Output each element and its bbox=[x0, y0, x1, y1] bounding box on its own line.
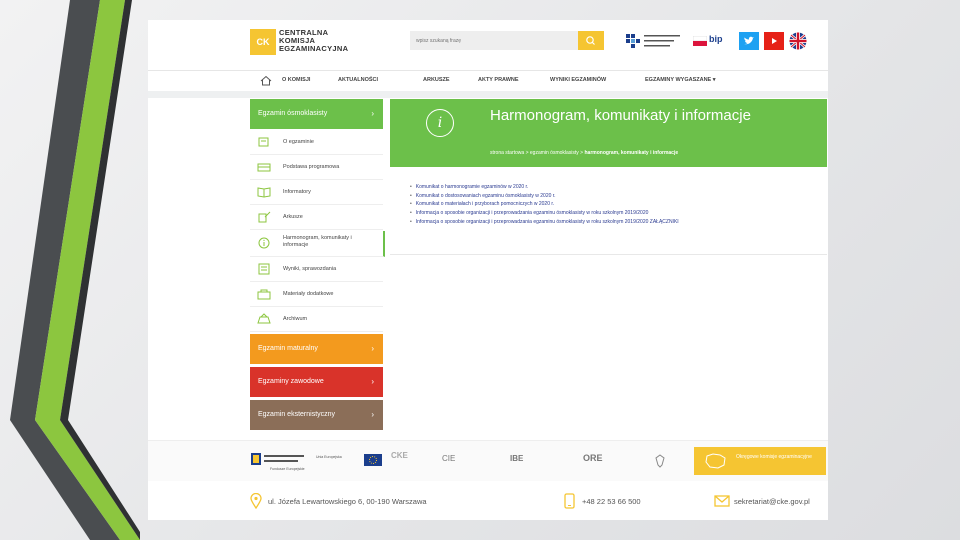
ministry-eagle-icon[interactable] bbox=[653, 453, 667, 469]
decorative-stripe bbox=[10, 0, 140, 540]
oke-link-box[interactable]: Okręgowe komisje egzaminacyjne bbox=[694, 447, 826, 475]
sidebar-section-egzamin-osmoklasisty[interactable]: Egzamin ósmoklasisty › bbox=[250, 99, 383, 129]
logo-line: EGZAMINACYJNA bbox=[279, 44, 349, 53]
content-band bbox=[148, 91, 828, 98]
sidebar-item-arkusze[interactable]: Arkusze bbox=[250, 206, 383, 230]
cke-footer-logo[interactable]: CKE bbox=[391, 451, 408, 460]
sidebar-item-informatory[interactable]: Informatory bbox=[250, 181, 383, 205]
twitter-icon[interactable] bbox=[739, 32, 759, 50]
materials-icon bbox=[257, 289, 271, 300]
sidebar-item-harmonogram[interactable]: Harmonogram, komunikaty i informacje bbox=[250, 231, 385, 257]
home-icon[interactable] bbox=[260, 75, 272, 86]
mail-icon bbox=[714, 495, 730, 507]
document-link[interactable]: Informacja o sposobie organizacji i prze… bbox=[410, 209, 679, 218]
sidebar-section-egzamin-maturalny[interactable]: Egzamin maturalny › bbox=[250, 334, 383, 364]
eu-funds-logo-icon[interactable] bbox=[250, 451, 310, 467]
document-links: Komunikat o harmonogramie egzaminów w 20… bbox=[410, 183, 679, 226]
info-icon bbox=[258, 237, 270, 249]
sidebar-section-egzamin-eksternistyczny[interactable]: Egzamin eksternistyczny › bbox=[250, 400, 383, 430]
results-icon bbox=[258, 263, 270, 275]
site-header: CK CENTRALNA KOMISJA EGZAMINACYJNA bip bbox=[148, 20, 828, 66]
archive-icon bbox=[257, 313, 271, 324]
sidebar-item-o-egzaminie[interactable]: O egzaminie bbox=[250, 131, 383, 155]
nav-item-o-komisji[interactable]: O KOMISJI bbox=[282, 77, 310, 83]
phone-number[interactable]: +48 22 53 66 500 bbox=[582, 497, 641, 506]
oke-link-label: Okręgowe komisje egzaminacyjne bbox=[736, 454, 812, 460]
location-pin-icon bbox=[250, 493, 262, 509]
poland-map-icon bbox=[705, 453, 726, 469]
sidebar-section-label: Egzamin ósmoklasisty bbox=[258, 110, 328, 117]
sidebar-item-podstawa-programowa[interactable]: Podstawa programowa bbox=[250, 156, 383, 180]
eu-flag-icon bbox=[364, 454, 382, 466]
browser-screenshot: CK CENTRALNA KOMISJA EGZAMINACYJNA bip O… bbox=[148, 20, 828, 520]
bip-link[interactable]: bip bbox=[709, 34, 723, 44]
sidebar-item-materialy-dodatkowe[interactable]: Materiały dodatkowe bbox=[250, 283, 383, 307]
cke-logo-badge[interactable]: CK bbox=[250, 29, 276, 55]
sidebar-item-label: Materiały dodatkowe bbox=[283, 291, 334, 297]
cie-logo[interactable]: CIE bbox=[442, 454, 455, 463]
content-area: Komunikat o harmonogramie egzaminów w 20… bbox=[390, 167, 827, 255]
nav-item-arkusze[interactable]: ARKUSZE bbox=[423, 77, 450, 83]
search-icon bbox=[586, 36, 595, 45]
nav-item-egzaminy-wygaszane[interactable]: EGZAMINY WYGASZANE ▾ bbox=[645, 77, 716, 83]
email-link[interactable]: sekretariat@cke.gov.pl bbox=[734, 497, 810, 506]
youtube-icon[interactable] bbox=[764, 32, 784, 50]
sidebar-item-label: Informatory bbox=[283, 189, 311, 195]
sidebar-item-archiwum[interactable]: Archiwum bbox=[250, 308, 383, 332]
phone-icon bbox=[564, 493, 575, 509]
document-link[interactable]: Komunikat o materiałach i przyborach pom… bbox=[410, 200, 679, 209]
info-icon: i bbox=[426, 109, 454, 137]
cke-logo-text[interactable]: CENTRALNA KOMISJA EGZAMINACYJNA bbox=[279, 29, 348, 53]
page-header: i Harmonogram, komunikaty i informacje s… bbox=[390, 99, 827, 167]
sidebar-item-label: O egzaminie bbox=[283, 139, 314, 145]
sidebar-item-label: Podstawa programowa bbox=[283, 164, 340, 170]
breadcrumb-path[interactable]: strona startowa > egzamin ósmoklasisty > bbox=[490, 150, 583, 156]
address-text: ul. Józefa Lewartowskiego 6, 00-190 Wars… bbox=[268, 497, 427, 506]
nav-item-wyniki-egzaminow[interactable]: WYNIKI EGZAMINÓW bbox=[550, 77, 606, 83]
breadcrumb: strona startowa > egzamin ósmoklasisty >… bbox=[490, 150, 678, 156]
nav-item-aktualnosci[interactable]: AKTUALNOŚCI bbox=[338, 77, 378, 83]
sidebar-section-egzaminy-zawodowe[interactable]: Egzaminy zawodowe › bbox=[250, 367, 383, 397]
eu-logo-text: Unia Europejska bbox=[316, 455, 342, 459]
partner-logos-band: Fundusze Europejskie Unia Europejska CKE… bbox=[148, 440, 828, 481]
sidebar-item-label: Harmonogram, komunikaty i informacje bbox=[283, 235, 352, 248]
sidebar-section-label: Egzamin eksternistyczny bbox=[258, 411, 336, 418]
chevron-right-icon: › bbox=[371, 410, 374, 419]
exam-icon bbox=[258, 137, 269, 147]
sidebar-item-label: Wyniki, sprawozdania bbox=[283, 266, 337, 272]
sheet-icon bbox=[258, 211, 271, 223]
nav-item-akty-prawne[interactable]: AKTY PRAWNE bbox=[478, 77, 519, 83]
polish-flag-icon bbox=[693, 36, 707, 46]
sidebar-item-label: Archiwum bbox=[283, 316, 308, 322]
document-link[interactable]: Informacja o sposobie organizacji i prze… bbox=[410, 218, 679, 227]
sidebar-item-wyniki[interactable]: Wyniki, sprawozdania bbox=[250, 258, 383, 282]
document-link[interactable]: Komunikat o dostosowaniach egzaminu ósmo… bbox=[410, 192, 679, 201]
eu-funds-logo-text: Fundusze Europejskie bbox=[270, 467, 305, 471]
page-title: Harmonogram, komunikaty i informacje bbox=[490, 107, 751, 124]
sidebar-item-label: Arkusze bbox=[283, 214, 303, 220]
breadcrumb-current: harmonogram, komunikaty i informacje bbox=[584, 150, 679, 156]
chevron-right-icon: › bbox=[371, 344, 374, 353]
sidebar-section-label: Egzamin maturalny bbox=[258, 345, 318, 352]
search-box bbox=[410, 31, 578, 50]
ore-logo[interactable]: ORE bbox=[583, 453, 603, 463]
sidebar-section-label: Egzaminy zawodowe bbox=[258, 378, 324, 385]
book-icon bbox=[257, 187, 271, 198]
chevron-right-icon: › bbox=[371, 109, 374, 118]
search-button[interactable] bbox=[578, 31, 604, 50]
ibe-logo[interactable]: IBE bbox=[510, 454, 523, 463]
document-link[interactable]: Komunikat o harmonogramie egzaminów w 20… bbox=[410, 183, 679, 192]
contact-bar: ul. Józefa Lewartowskiego 6, 00-190 Wars… bbox=[148, 484, 828, 520]
chevron-right-icon: › bbox=[371, 377, 374, 386]
search-input[interactable] bbox=[410, 31, 550, 50]
english-language-flag-icon[interactable] bbox=[789, 32, 807, 50]
main-navigation: O KOMISJI AKTUALNOŚCI ARKUSZE AKTY PRAWN… bbox=[148, 70, 828, 92]
digital-poland-logo-icon[interactable] bbox=[624, 32, 690, 50]
curriculum-icon bbox=[257, 163, 271, 172]
